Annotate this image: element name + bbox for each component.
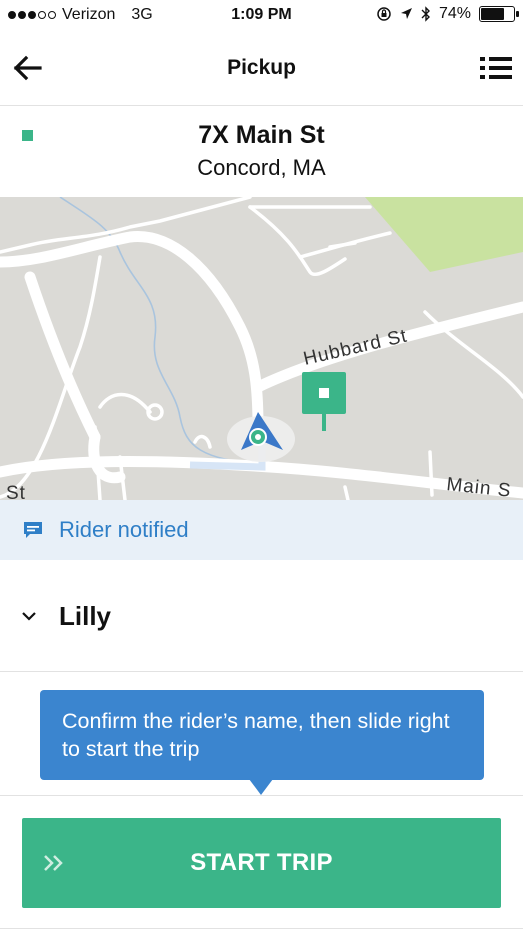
map-view[interactable]: Hubbard St Main S St — [0, 197, 523, 500]
rider-notified-banner: Rider notified — [0, 500, 523, 560]
battery-icon — [479, 6, 519, 22]
divider — [0, 795, 523, 796]
chevron-down-icon[interactable] — [20, 608, 38, 624]
start-trip-label: START TRIP — [190, 849, 333, 876]
street-label-main: Main S — [445, 474, 512, 500]
map-canvas: Hubbard St Main S St — [0, 197, 523, 500]
address-street: 7X Main St — [198, 121, 325, 149]
address-city: Concord, MA — [197, 155, 326, 180]
status-right-group: 74% — [376, 5, 519, 23]
pickup-pin-icon[interactable] — [302, 372, 346, 431]
rider-name: Lilly — [59, 601, 112, 631]
instruction-tooltip: Confirm the rider’s name, then slide rig… — [40, 690, 484, 780]
rider-name-row[interactable]: Lilly — [0, 560, 523, 672]
nav-bar: Pickup — [0, 30, 523, 106]
street-label-hubbard: Hubbard St — [301, 326, 409, 370]
battery-level — [481, 8, 505, 20]
chat-bubble-icon — [24, 522, 42, 538]
list-icon[interactable] — [479, 52, 513, 84]
street-label-left: St — [6, 483, 26, 500]
orientation-lock-icon — [377, 7, 391, 21]
bottom-divider — [0, 928, 523, 929]
pickup-address: 7X Main St Concord, MA — [0, 107, 523, 195]
bluetooth-icon — [421, 6, 430, 22]
battery-percent: 74% — [438, 5, 471, 22]
start-trip-slider[interactable]: START TRIP — [22, 818, 501, 908]
tooltip-arrow — [249, 779, 273, 795]
driver-location-icon — [227, 412, 295, 462]
rider-notified-text: Rider notified — [59, 517, 189, 542]
status-bar: Verizon 3G 1:09 PM 74% — [0, 0, 523, 30]
page-title: Pickup — [227, 56, 296, 79]
location-arrow-icon — [400, 8, 412, 19]
